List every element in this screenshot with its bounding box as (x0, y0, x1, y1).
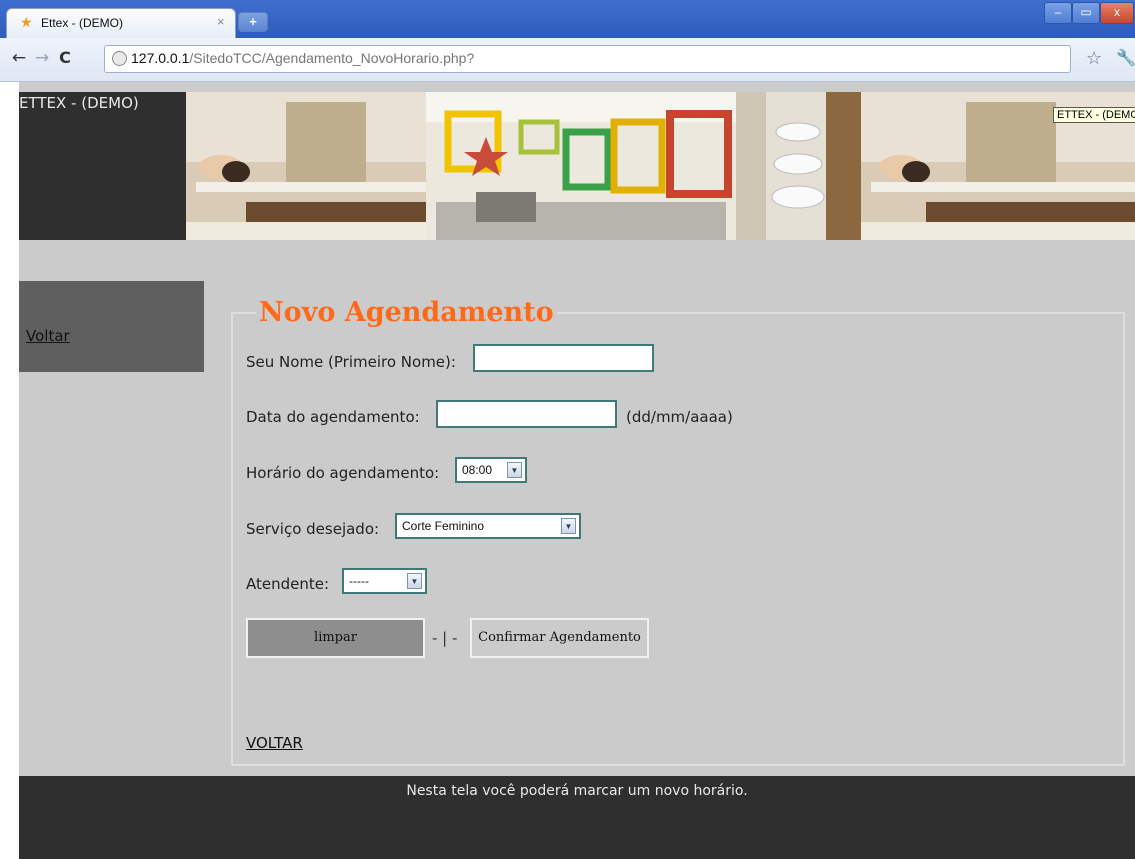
tab-close-icon[interactable]: × (217, 14, 225, 29)
voltar-link[interactable]: VOLTAR (246, 734, 303, 752)
browser-tab[interactable]: ★ Ettex - (DEMO) × (6, 8, 236, 39)
data-label: Data do agendamento: (246, 408, 420, 426)
servico-select[interactable]: Corte Feminino ▼ (395, 513, 581, 539)
forward-arrow-icon[interactable]: → (31, 47, 53, 69)
salon-banner-image (186, 92, 1135, 240)
page-footer: Nesta tela você poderá marcar um novo ho… (19, 776, 1135, 859)
chevron-down-icon: ▼ (507, 462, 522, 478)
atendente-label: Atendente: (246, 575, 330, 593)
browser-tabstrip: ★ Ettex - (DEMO) × + – ▭ x (0, 0, 1135, 39)
servico-selected-value: Corte Feminino (402, 519, 485, 533)
browser-toolbar: ← → C 127.0.0.1/SitedoTCC/Agendamento_No… (0, 38, 1135, 82)
confirmar-agendamento-button[interactable]: Confirmar Agendamento (470, 618, 649, 658)
minimize-button[interactable]: – (1044, 2, 1072, 24)
new-tab-button[interactable]: + (238, 12, 268, 32)
sidebar: Voltar (19, 281, 204, 372)
bookmark-star-icon[interactable]: ☆ (1086, 48, 1102, 69)
tooltip: ETTEX - (DEMO (1053, 107, 1135, 123)
footer-text: Nesta tela você poderá marcar um novo ho… (406, 783, 748, 799)
maximize-button[interactable]: ▭ (1072, 2, 1100, 24)
button-separator: - | - (432, 629, 458, 647)
atendente-selected-value: ----- (349, 574, 369, 588)
servico-label: Serviço desejado: (246, 520, 380, 538)
nome-input[interactable] (473, 344, 654, 372)
tab-title: Ettex - (DEMO) (41, 16, 124, 30)
chevron-down-icon: ▼ (407, 573, 422, 589)
horario-selected-value: 08:00 (462, 463, 493, 477)
sidebar-voltar-link[interactable]: Voltar (26, 327, 70, 345)
data-input[interactable] (436, 400, 617, 428)
site-brand: ETTEX - (DEMO) (19, 92, 186, 240)
url-path: /SitedoTCC/Agendamento_NovoHorario.php? (189, 50, 475, 66)
brand-text: ETTEX - (DEMO) (19, 94, 139, 112)
banner-illustration (186, 92, 1135, 240)
star-favicon-icon: ★ (20, 15, 33, 31)
url-host: 127.0.0.1 (131, 50, 190, 66)
date-format-hint: (dd/mm/aaaa) (626, 408, 733, 426)
wrench-icon[interactable]: 🔧 (1116, 48, 1135, 67)
back-arrow-icon[interactable]: ← (8, 47, 30, 69)
page-globe-icon (112, 51, 127, 66)
address-bar[interactable]: 127.0.0.1/SitedoTCC/Agendamento_NovoHora… (104, 45, 1071, 73)
form-fieldset (231, 312, 1125, 766)
chevron-down-icon: ▼ (561, 518, 576, 534)
atendente-select[interactable]: ----- ▼ (342, 568, 427, 594)
page-viewport: ETTEX - (DEMO) ETTEX - (DEMO Voltar Novo… (0, 82, 1135, 859)
horario-label: Horário do agendamento: (246, 464, 440, 482)
form-title: Novo Agendamento (256, 295, 557, 331)
close-window-button[interactable]: x (1100, 2, 1134, 24)
url-text[interactable]: 127.0.0.1/SitedoTCC/Agendamento_NovoHora… (131, 50, 474, 66)
limpar-button[interactable]: limpar (246, 618, 425, 658)
nome-label: Seu Nome (Primeiro Nome): (246, 353, 456, 371)
horario-select[interactable]: 08:00 ▼ (455, 457, 527, 483)
reload-icon[interactable]: C (54, 47, 76, 69)
